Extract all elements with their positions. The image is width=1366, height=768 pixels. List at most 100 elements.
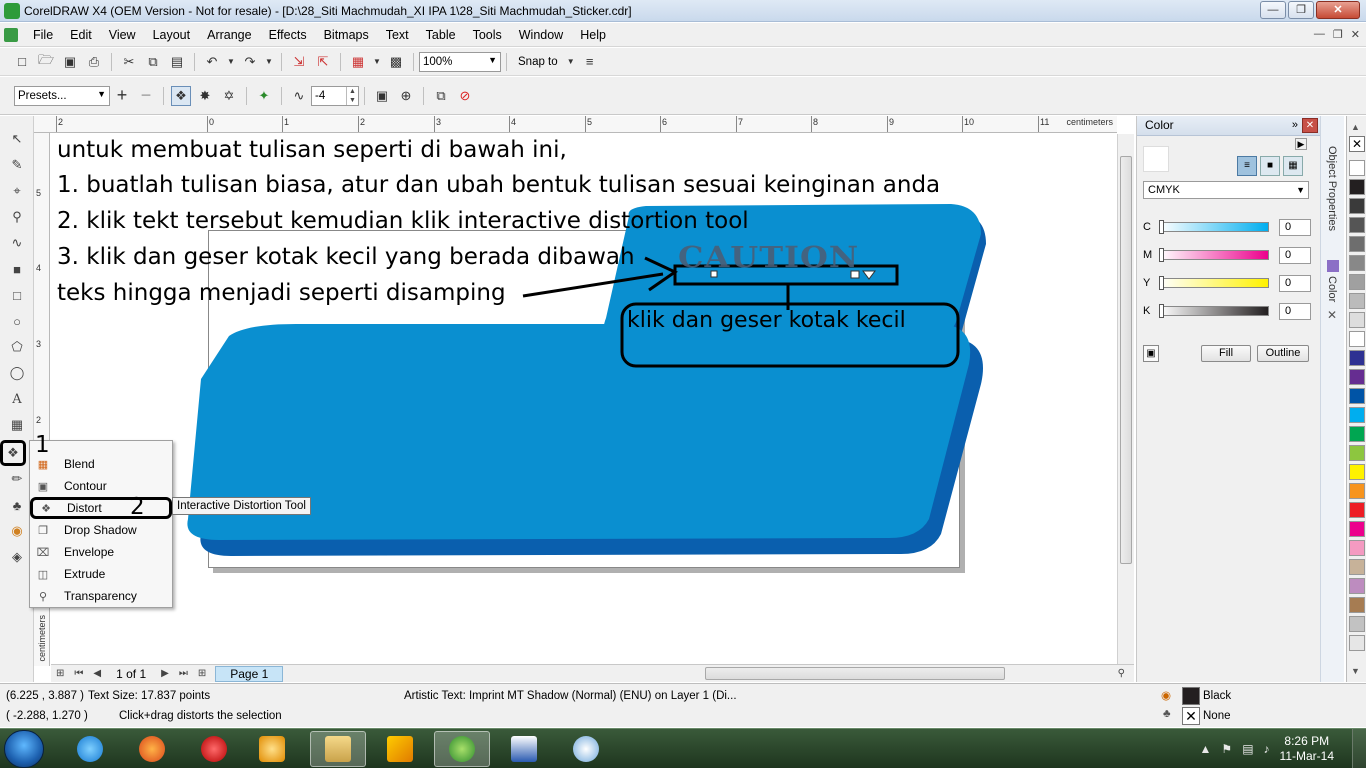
channel-slider[interactable]	[1159, 304, 1269, 318]
menu-text[interactable]: Text	[379, 28, 419, 42]
tray-volume-icon[interactable]: ♪	[1264, 742, 1270, 756]
save-icon[interactable]: ▣	[60, 52, 80, 72]
menu-edit[interactable]: Edit	[63, 28, 102, 42]
outline-tool-icon[interactable]: ♣	[6, 494, 28, 516]
table-tool-icon[interactable]: ▦	[6, 414, 28, 436]
tray-flag-icon[interactable]: ⚑	[1221, 742, 1232, 756]
collapse-docker-icon[interactable]: »	[1292, 116, 1298, 135]
menu-tools[interactable]: Tools	[466, 28, 512, 42]
taskbar-word-icon[interactable]	[496, 731, 552, 767]
page-tab[interactable]: Page 1	[215, 665, 284, 682]
palette-swatch[interactable]	[1349, 236, 1365, 252]
export-icon[interactable]: ⇱	[313, 52, 333, 72]
slider-knob[interactable]	[1159, 304, 1164, 318]
welcome-screen-icon[interactable]: ▩	[386, 52, 406, 72]
clear-distortion-icon[interactable]: ⊘	[455, 86, 475, 106]
palette-swatch[interactable]	[1349, 559, 1365, 575]
taskbar-coreldraw-icon[interactable]	[434, 731, 490, 767]
zipper-distortion-icon[interactable]: ✸	[195, 86, 215, 106]
launcher-dropdown-icon[interactable]: ▼	[372, 52, 382, 72]
caution-distorted-text[interactable]: CAUTION	[678, 240, 859, 274]
menu-layout[interactable]: Layout	[146, 28, 201, 42]
palette-swatch[interactable]	[1349, 521, 1365, 537]
freehand-tool-icon[interactable]: ∿	[6, 232, 28, 254]
copy-icon[interactable]: ⧉	[143, 52, 163, 72]
palette-swatch[interactable]	[1349, 350, 1365, 366]
remove-preset-icon[interactable]: −	[136, 85, 156, 106]
prev-page-icon[interactable]: ◀	[93, 668, 101, 679]
fill-button[interactable]: Fill	[1201, 345, 1251, 362]
undo-icon[interactable]: ↶	[202, 52, 222, 72]
palette-swatch[interactable]	[1349, 483, 1365, 499]
menu-view[interactable]: View	[102, 28, 146, 42]
channel-value-input[interactable]: 0	[1279, 302, 1311, 320]
color-viewers-icon[interactable]: ■	[1260, 156, 1280, 176]
amplitude-spinbox[interactable]: -4 ▲ ▼	[311, 85, 359, 106]
tray-expand-icon[interactable]: ▲	[1200, 742, 1212, 756]
zoom-tool-icon[interactable]: ⚲	[6, 206, 28, 228]
document-icon[interactable]	[4, 27, 18, 42]
palette-swatch[interactable]	[1349, 312, 1365, 328]
palette-swatch[interactable]	[1349, 331, 1365, 347]
copy-distortion-icon[interactable]: ⧉	[431, 86, 451, 106]
restore-button[interactable]: ❐	[1288, 1, 1314, 19]
taskbar-firefox-icon[interactable]	[124, 731, 180, 767]
polygon-tool-icon[interactable]: ⬠	[6, 336, 28, 358]
flyout-item-envelope[interactable]: ⌧ Envelope	[30, 541, 172, 563]
slider-knob[interactable]	[1159, 220, 1164, 234]
color-palettes-icon[interactable]: ▦	[1283, 156, 1303, 176]
vertical-scroll-thumb[interactable]	[1120, 156, 1132, 564]
horizontal-ruler[interactable]: centimeters 2 0 1 2 3 4 5 6 7 8 9 10 11	[34, 116, 1117, 133]
channel-slider[interactable]	[1159, 276, 1269, 290]
interactive-fill-tool-icon[interactable]: ◈	[6, 546, 28, 568]
print-icon[interactable]: ⎙	[84, 52, 104, 72]
tab-object-properties[interactable]: Object Properties	[1326, 146, 1338, 231]
palette-swatch[interactable]	[1349, 407, 1365, 423]
color-sliders-icon[interactable]: ≡	[1237, 156, 1257, 176]
menu-file[interactable]: File	[26, 28, 63, 42]
doc-close-button[interactable]: ✕	[1351, 28, 1360, 41]
channel-value-input[interactable]: 0	[1279, 246, 1311, 264]
channel-value-input[interactable]: 0	[1279, 218, 1311, 236]
taskbar-opera-icon[interactable]	[186, 731, 242, 767]
taskbar-winamp-icon[interactable]	[372, 731, 428, 767]
flyout-item-transparency[interactable]: ⚲ Transparency	[30, 585, 172, 607]
channel-slider[interactable]	[1159, 220, 1269, 234]
spin-arrows-icon[interactable]: ▲ ▼	[346, 86, 358, 105]
palette-swatch[interactable]	[1349, 179, 1365, 195]
taskbar-media-player-icon[interactable]	[244, 731, 300, 767]
center-distortion-icon[interactable]: ▣	[372, 86, 392, 106]
palette-swatch[interactable]	[1349, 426, 1365, 442]
paste-icon[interactable]: ▤	[167, 52, 187, 72]
slider-knob[interactable]	[1159, 248, 1164, 262]
add-new-distortion-icon[interactable]: ✦	[254, 86, 274, 106]
first-page-icon[interactable]: ⏮	[74, 668, 83, 679]
outline-color-swatch[interactable]: ✕	[1182, 707, 1200, 725]
rectangle-tool-icon[interactable]: □	[6, 284, 28, 306]
convert-to-curves-icon[interactable]: ⊕	[396, 86, 416, 106]
menu-table[interactable]: Table	[419, 28, 466, 42]
palette-swatch[interactable]	[1349, 388, 1365, 404]
fill-tool-icon[interactable]: ◉	[6, 520, 28, 542]
palette-swatch[interactable]	[1349, 369, 1365, 385]
minimize-button[interactable]: —	[1260, 1, 1286, 19]
import-icon[interactable]: ⇲	[289, 52, 309, 72]
vertical-scrollbar[interactable]	[1117, 134, 1134, 664]
taskbar-explorer-icon[interactable]	[310, 731, 366, 767]
color-model-select[interactable]: CMYK ▼	[1143, 181, 1309, 199]
last-page-icon[interactable]: ⏭	[179, 668, 188, 679]
zoom-level-select[interactable]: 100% ▼	[419, 51, 501, 72]
zoom-navigator-icon[interactable]: ⚲	[1118, 668, 1125, 679]
tray-network-icon[interactable]: ▤	[1242, 742, 1253, 756]
outline-button[interactable]: Outline	[1257, 345, 1309, 362]
snap-dropdown-icon[interactable]: ▼	[566, 52, 576, 72]
smart-fill-tool-icon[interactable]: ■	[6, 258, 28, 280]
menu-window[interactable]: Window	[512, 28, 573, 42]
close-tab-icon[interactable]: ✕	[1327, 308, 1337, 322]
pick-tool-icon[interactable]: ↖	[6, 128, 28, 150]
twister-distortion-icon[interactable]: ✡	[219, 86, 239, 106]
show-desktop-button[interactable]	[1352, 729, 1366, 768]
channel-value-input[interactable]: 0	[1279, 274, 1311, 292]
ellipse-tool-icon[interactable]: ○	[6, 310, 28, 332]
menu-help[interactable]: Help	[573, 28, 616, 42]
